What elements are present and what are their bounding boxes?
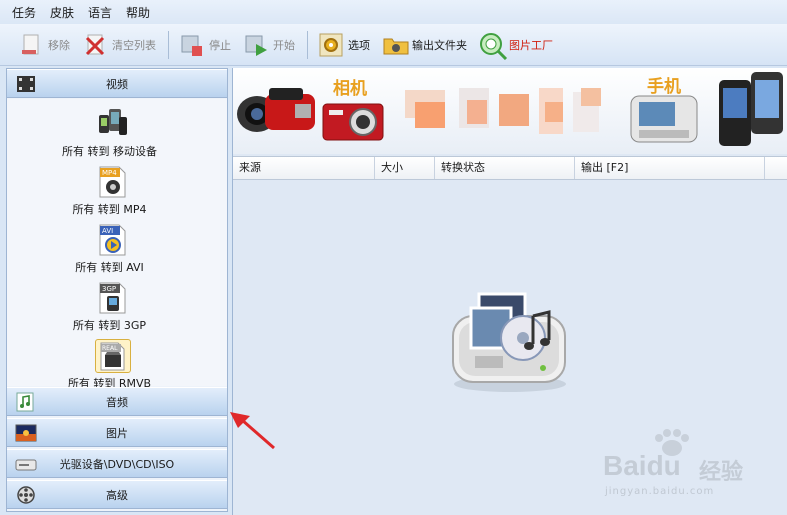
gear-icon bbox=[318, 32, 344, 58]
toolbar-separator bbox=[168, 30, 169, 59]
clear-list-icon bbox=[82, 32, 108, 58]
device-banner: 相机 手机 bbox=[233, 68, 787, 154]
camera-image bbox=[322, 103, 384, 141]
menu-language[interactable]: 语言 bbox=[88, 4, 112, 21]
stop-label: 停止 bbox=[209, 38, 231, 52]
picture-factory-label: 图片工厂 bbox=[509, 38, 553, 52]
category-advanced-label: 高级 bbox=[106, 488, 128, 502]
smartphone-image bbox=[630, 95, 698, 143]
video-item-mobile[interactable]: 所有 转到 移动设备 bbox=[7, 105, 212, 163]
column-filler bbox=[765, 157, 787, 179]
category-disc[interactable]: 光驱设备\DVD\CD\ISO bbox=[7, 449, 227, 478]
disc-drive-icon bbox=[15, 454, 37, 474]
watermark-brand2: du bbox=[646, 450, 681, 481]
video-item-label: 所有 转到 3GP bbox=[72, 319, 147, 332]
toolbar: 移除 清空列表 停止 开始 选项 输出文件夹 图片工厂 bbox=[0, 24, 787, 66]
column-status[interactable]: 转换状态 bbox=[435, 157, 575, 179]
annotation-arrow bbox=[230, 412, 275, 450]
watermark-brand: Bai bbox=[603, 450, 647, 481]
column-output[interactable]: 输出 [F2] bbox=[575, 157, 765, 179]
format-factory-logo bbox=[452, 292, 566, 392]
stop-button[interactable]: 停止 bbox=[179, 29, 231, 61]
pda-phones-image bbox=[719, 72, 783, 146]
category-picture[interactable]: 图片 bbox=[7, 418, 227, 447]
video-item-mp4[interactable]: MP4 所有 转到 MP4 bbox=[7, 163, 212, 221]
video-item-label: 所有 转到 MP4 bbox=[72, 203, 147, 216]
video-item-label: 所有 转到 移动设备 bbox=[62, 145, 157, 158]
column-source[interactable]: 来源 bbox=[233, 157, 375, 179]
sidebar: 视频 所有 转到 移动设备 MP4 所有 转到 MP4 AVI 所有 转到 AV… bbox=[6, 68, 228, 512]
advanced-reel-icon bbox=[15, 485, 37, 505]
start-icon bbox=[243, 32, 269, 58]
folder-icon bbox=[382, 32, 409, 58]
category-picture-label: 图片 bbox=[106, 426, 128, 440]
svg-text:AVI: AVI bbox=[102, 227, 113, 235]
blurred-banner-area bbox=[405, 84, 621, 144]
video-format-list: 所有 转到 移动设备 MP4 所有 转到 MP4 AVI 所有 转到 AVI 3… bbox=[7, 99, 227, 409]
mobile-devices-icon bbox=[97, 107, 127, 139]
options-button[interactable]: 选项 bbox=[318, 29, 370, 61]
picture-factory-icon bbox=[479, 32, 508, 60]
menu-task[interactable]: 任务 bbox=[12, 4, 36, 21]
category-advanced[interactable]: 高级 bbox=[7, 480, 227, 509]
avi-file-icon: AVI bbox=[97, 223, 127, 256]
remove-icon bbox=[18, 32, 44, 58]
clear-list-button[interactable]: 清空列表 bbox=[82, 29, 156, 61]
3gp-file-icon: 3GP bbox=[97, 281, 127, 314]
svg-text:MP4: MP4 bbox=[102, 169, 117, 177]
menu-skin[interactable]: 皮肤 bbox=[50, 4, 74, 21]
output-folder-label: 输出文件夹 bbox=[412, 38, 467, 52]
category-disc-label: 光驱设备\DVD\CD\ISO bbox=[59, 457, 175, 471]
rmvb-file-icon: REAL bbox=[95, 339, 131, 373]
toolbar-separator bbox=[307, 30, 308, 59]
category-audio-label: 音频 bbox=[106, 395, 128, 409]
category-audio[interactable]: 音频 bbox=[7, 387, 227, 416]
camcorder-image bbox=[237, 88, 315, 132]
video-item-label: 所有 转到 AVI bbox=[75, 261, 144, 274]
stop-icon bbox=[179, 32, 205, 58]
video-item-3gp[interactable]: 3GP 所有 转到 3GP bbox=[7, 279, 212, 337]
file-table-header: 来源 大小 转换状态 输出 [F2] bbox=[233, 156, 787, 180]
column-size[interactable]: 大小 bbox=[375, 157, 435, 179]
remove-button[interactable]: 移除 bbox=[18, 29, 70, 61]
film-icon bbox=[15, 74, 37, 94]
svg-text:REAL: REAL bbox=[102, 345, 118, 352]
svg-text:3GP: 3GP bbox=[102, 285, 116, 293]
start-label: 开始 bbox=[273, 38, 295, 52]
watermark-suffix: 经验 bbox=[699, 460, 744, 485]
category-video-label: 视频 bbox=[106, 77, 128, 91]
mp4-file-icon: MP4 bbox=[97, 165, 127, 198]
clear-list-label: 清空列表 bbox=[112, 38, 156, 52]
picture-icon bbox=[15, 423, 37, 443]
baidu-jingyan-watermark: Baidu 经验 jingyan.baidu.com bbox=[603, 428, 783, 498]
music-note-icon bbox=[15, 392, 37, 412]
output-folder-button[interactable]: 输出文件夹 bbox=[382, 29, 467, 61]
picture-factory-button[interactable]: 图片工厂 bbox=[479, 29, 553, 61]
banner-camera-label: 相机 bbox=[333, 79, 367, 99]
menu-help[interactable]: 帮助 bbox=[126, 4, 150, 21]
main-panel: 相机 手机 来源 大小 转换状态 输出 [F2] Baidu 经验 jingya… bbox=[232, 68, 787, 515]
watermark-url: jingyan.baidu.com bbox=[605, 486, 715, 497]
menu-bar: 任务 皮肤 语言 帮助 bbox=[0, 0, 787, 24]
options-label: 选项 bbox=[348, 38, 370, 52]
category-video[interactable]: 视频 bbox=[7, 69, 227, 98]
video-item-avi[interactable]: AVI 所有 转到 AVI bbox=[7, 221, 212, 279]
start-button[interactable]: 开始 bbox=[243, 29, 295, 61]
remove-label: 移除 bbox=[48, 38, 70, 52]
